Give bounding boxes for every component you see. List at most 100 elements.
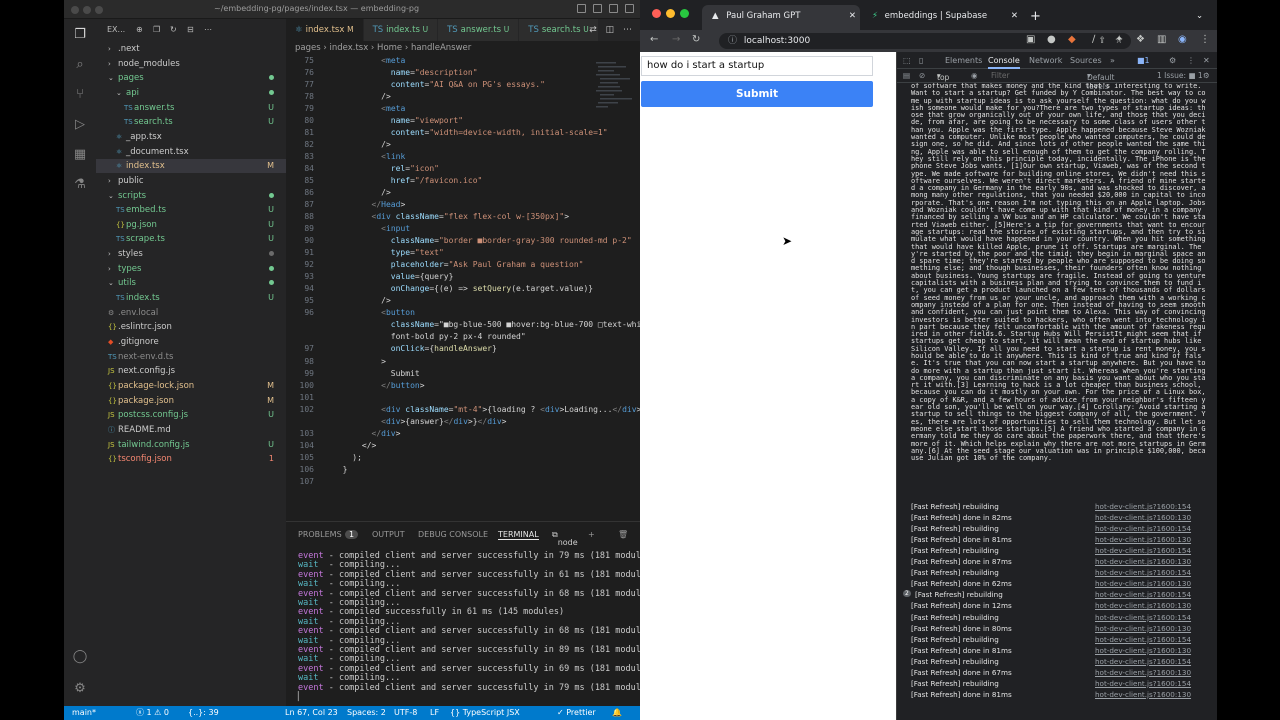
explorer-icon[interactable]: ❐ [72, 27, 88, 43]
kill-terminal-icon[interactable]: 🗑 [618, 530, 628, 539]
tree-item[interactable]: ⚙ .env.local [96, 306, 286, 320]
tab-debug-console[interactable]: DEBUG CONSOLE [418, 530, 488, 539]
tree-item[interactable]: › types [96, 262, 286, 276]
tree-item[interactable]: JS tailwind.config.js U [96, 438, 286, 452]
devtools-menu-icon[interactable]: ⋮ [1187, 56, 1195, 65]
console-settings-icon[interactable]: ⚙ [1203, 71, 1210, 80]
log-source-link[interactable]: hot-dev-client.js?1600:130 [1095, 579, 1191, 588]
editor-tab[interactable]: TS index.ts U [363, 19, 439, 41]
toggle-sidebar-icon[interactable] [577, 4, 586, 13]
console-log[interactable]: of software that makes money and the kin… [897, 83, 1217, 720]
maximize-window-icon[interactable] [95, 6, 103, 14]
tree-item[interactable]: TS scrape.ts U [96, 232, 286, 246]
reload-icon[interactable]: ↻ [692, 34, 700, 45]
editor-tab[interactable]: ⚛ index.tsx M [286, 19, 364, 41]
close-devtools-icon[interactable]: ✕ [1203, 56, 1210, 65]
console-filter-input[interactable]: Filter [991, 71, 1081, 80]
toggle-panel-icon[interactable] [593, 4, 602, 13]
issues-button[interactable]: 1 Issue: ■ 1 [1157, 71, 1203, 80]
tree-item[interactable]: › public [96, 174, 286, 188]
device-toolbar-icon[interactable]: ▯ [919, 56, 923, 65]
tree-item[interactable]: › node_modules [96, 57, 286, 71]
tree-item[interactable]: {} package.json M [96, 394, 286, 408]
minimize-window-icon[interactable] [83, 6, 91, 14]
maximize-window-icon[interactable] [680, 9, 689, 18]
git-branch[interactable]: main* [72, 706, 96, 720]
settings-gear-icon[interactable]: ⚙ [72, 681, 88, 697]
extensions-puzzle-icon[interactable]: ❖ [1136, 34, 1145, 45]
new-terminal-icon[interactable]: + [588, 530, 595, 539]
tree-item[interactable]: ⌄ scripts [96, 189, 286, 203]
tree-item[interactable]: ⌄ utils [96, 276, 286, 290]
log-source-link[interactable]: hot-dev-client.js?1600:154 [1095, 568, 1191, 577]
close-tab-icon[interactable]: ✕ [1011, 5, 1018, 28]
cursor-position[interactable]: Ln 67, Col 23 [285, 706, 338, 720]
tree-item[interactable]: {} package-lock.json M [96, 379, 286, 393]
close-window-icon[interactable] [71, 6, 79, 14]
log-source-link[interactable]: hot-dev-client.js?1600:154 [1095, 546, 1191, 555]
split-editor-icon[interactable]: ◫ [606, 25, 615, 35]
inspect-element-icon[interactable]: ⬚ [903, 56, 911, 65]
log-source-link[interactable]: hot-dev-client.js?1600:154 [1095, 679, 1191, 688]
toggle-secondary-sidebar-icon[interactable] [609, 4, 618, 13]
more-tabs-icon[interactable]: » [1110, 56, 1115, 65]
compare-changes-icon[interactable]: ⇄ [589, 25, 597, 35]
source-control-icon[interactable]: ⑂ [72, 87, 88, 103]
new-folder-icon[interactable]: ❐ [153, 25, 160, 34]
close-tab-icon[interactable]: ✕ [849, 5, 856, 28]
tree-item[interactable]: {} .eslintrc.json [96, 320, 286, 334]
tree-item[interactable]: {} pg.json U [96, 218, 286, 232]
log-source-link[interactable]: hot-dev-client.js?1600:154 [1095, 613, 1191, 622]
tab-output[interactable]: OUTPUT [372, 530, 405, 539]
new-file-icon[interactable]: ⊕ [136, 25, 143, 34]
log-source-link[interactable]: hot-dev-client.js?1600:154 [1095, 502, 1191, 511]
log-source-link[interactable]: hot-dev-client.js?1600:130 [1095, 624, 1191, 633]
question-input[interactable]: how do i start a startup [641, 56, 873, 76]
browser-tab-active[interactable]: ▲ Paul Graham GPT ✕ [702, 5, 860, 30]
editor-tab[interactable]: TS search.ts U [519, 19, 599, 41]
live-expression-eye-icon[interactable]: ◉ [971, 71, 978, 80]
extensions-icon[interactable]: ▦ [72, 147, 88, 163]
terminal-shell-label[interactable]: ⧉ node [552, 530, 578, 547]
tree-item[interactable]: TS index.ts U [96, 291, 286, 305]
new-tab-icon[interactable]: + [1030, 5, 1041, 30]
tree-item[interactable]: › styles [96, 247, 286, 261]
problems-status[interactable]: ⓧ 1 ⚠ 0 [136, 706, 169, 720]
prettier-status[interactable]: ✓ Prettier [557, 706, 596, 720]
extension-icon[interactable]: ▣ [1026, 34, 1035, 45]
forward-icon[interactable]: → [672, 34, 680, 45]
tree-item[interactable]: TS answer.ts U [96, 101, 286, 115]
language-mode[interactable]: {} TypeScript JSX [450, 706, 520, 720]
devtools-settings-icon[interactable]: ⚙ [1169, 56, 1176, 65]
breadcrumb-item[interactable]: Home [377, 43, 402, 53]
customize-layout-icon[interactable] [625, 4, 634, 13]
share-icon[interactable]: ⇪ [1098, 33, 1106, 49]
breadcrumb-item[interactable]: handleAnswer [411, 43, 471, 53]
tree-item[interactable]: ◆ .gitignore [96, 335, 286, 349]
end-of-line[interactable]: LF [430, 706, 439, 720]
log-levels-dropdown[interactable]: Default levels ▾ [1087, 71, 1114, 91]
issues-count-badge[interactable]: ■1 [1137, 56, 1150, 65]
back-icon[interactable]: ← [650, 34, 658, 45]
browser-tab[interactable]: ⚡ embeddings | Supabase ✕ [864, 5, 1022, 30]
tab-elements[interactable]: Elements [945, 56, 982, 65]
tree-item[interactable]: › .next [96, 42, 286, 56]
log-source-link[interactable]: hot-dev-client.js?1600:154 [1095, 635, 1191, 644]
refresh-icon[interactable]: ↻ [170, 25, 177, 34]
profile-avatar[interactable]: ◉ [1178, 34, 1187, 45]
tree-item[interactable]: ⚛ _document.tsx [96, 145, 286, 159]
extension-icon[interactable]: ● [1047, 34, 1056, 45]
tree-item[interactable]: JS postcss.config.js U [96, 408, 286, 422]
notifications-icon[interactable]: 🔔 [612, 706, 622, 720]
indentation[interactable]: Spaces: 2 [347, 706, 386, 720]
clear-console-icon[interactable]: ⊘ [919, 71, 925, 80]
terminal-output[interactable]: event - compiled client and server succe… [298, 551, 640, 703]
editor-tab[interactable]: TS answer.ts U [438, 19, 520, 41]
code-editor[interactable]: 75 <meta 76 name="description" 77 content=… [286, 55, 640, 505]
tab-console[interactable]: Console [988, 56, 1020, 69]
encoding[interactable]: UTF-8 [394, 706, 417, 720]
log-source-link[interactable]: hot-dev-client.js?1600:154 [1095, 524, 1191, 533]
log-source-link[interactable]: hot-dev-client.js?1600:130 [1095, 557, 1191, 566]
context-selector[interactable]: top ▾ [937, 71, 949, 82]
minimap[interactable] [594, 58, 634, 178]
